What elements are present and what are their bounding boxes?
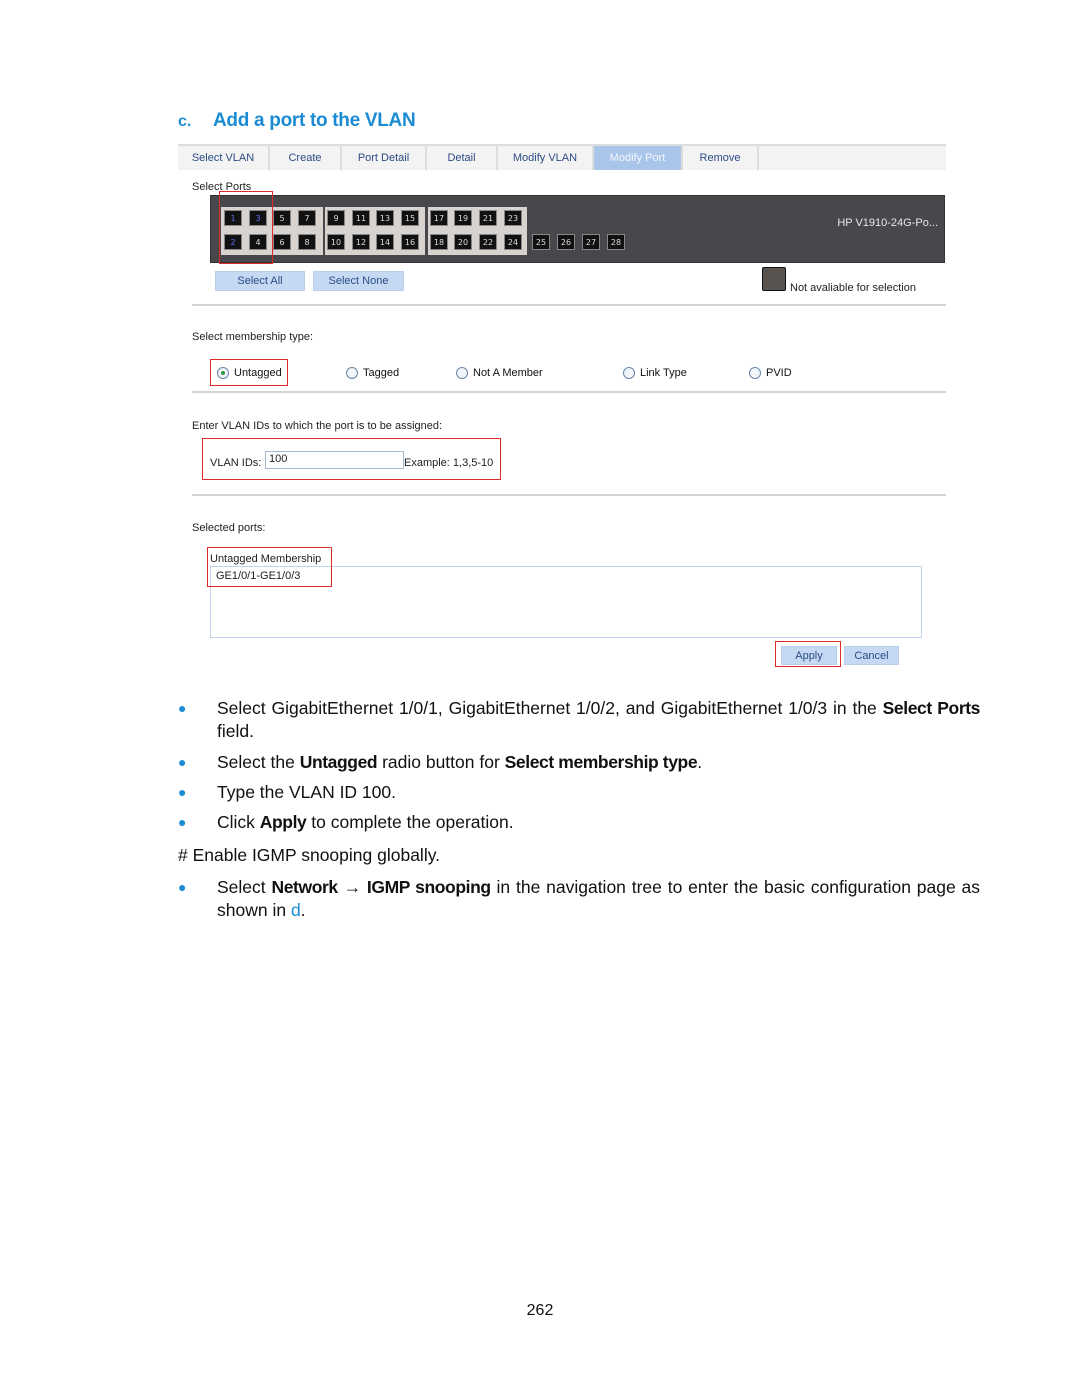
cancel-button[interactable]: Cancel [844, 646, 899, 665]
port-6[interactable]: 6 [273, 234, 291, 250]
port-24[interactable]: 24 [504, 234, 522, 250]
divider [192, 391, 946, 393]
highlight-membership [207, 547, 332, 587]
device-name: HP V1910-24G-Po... [837, 217, 938, 229]
highlight-untagged [210, 359, 288, 386]
bullet-icon: ● [178, 814, 187, 830]
membership-label: Select membership type: [192, 331, 314, 343]
highlight-vlan-ids [202, 438, 501, 480]
tab-bar: Select VLAN Create Port Detail Detail Mo… [178, 144, 946, 170]
step-label: c. [178, 113, 192, 130]
select-all-button[interactable]: Select All [215, 271, 305, 291]
unavailable-legend-text: Not avaliable for selection [790, 282, 916, 294]
port-5[interactable]: 5 [273, 210, 291, 226]
highlight-ports [219, 191, 273, 264]
radio-pvid[interactable]: PVID [749, 367, 792, 379]
radio-label: PVID [766, 367, 792, 379]
select-none-button[interactable]: Select None [313, 271, 404, 291]
bullet-icon: ● [178, 784, 187, 800]
port-21[interactable]: 21 [479, 210, 497, 226]
radio-label: Link Type [640, 367, 687, 379]
port-16[interactable]: 16 [401, 234, 419, 250]
port-12[interactable]: 12 [352, 234, 370, 250]
port-20[interactable]: 20 [454, 234, 472, 250]
port-25[interactable]: 25 [532, 234, 550, 250]
tab-port-detail[interactable]: Port Detail [342, 146, 427, 170]
port-14[interactable]: 14 [376, 234, 394, 250]
divider [192, 494, 946, 496]
radio-label: Tagged [363, 367, 400, 379]
radio-icon[interactable] [749, 367, 761, 379]
tab-modify-vlan[interactable]: Modify VLAN [498, 146, 594, 170]
unavailable-legend-swatch [762, 267, 786, 291]
tab-select-vlan[interactable]: Select VLAN [178, 146, 270, 170]
port-7[interactable]: 7 [298, 210, 316, 226]
page-number: 262 [526, 1302, 554, 1319]
port-28[interactable]: 28 [607, 234, 625, 250]
tab-remove[interactable]: Remove [683, 146, 759, 170]
switch-panel: HP V1910-24G-Po... 1 3 5 7 9 11 13 15 17 19 21 23 2 4… [210, 195, 945, 263]
port-9[interactable]: 9 [327, 210, 345, 226]
vlan-prompt: Enter VLAN IDs to which the port is to b… [192, 420, 443, 432]
radio-tagged[interactable]: Tagged [346, 367, 399, 379]
port-26[interactable]: 26 [557, 234, 575, 250]
highlight-apply [775, 641, 841, 667]
divider [192, 304, 946, 306]
selected-ports-label: Selected ports: [192, 522, 266, 534]
port-19[interactable]: 19 [454, 210, 472, 226]
port-22[interactable]: 22 [479, 234, 497, 250]
tab-create[interactable]: Create [270, 146, 342, 170]
bullet-icon: ● [178, 879, 187, 895]
step-4: Click Apply to complete the operation. [217, 812, 514, 832]
bullet-icon: ● [178, 700, 187, 716]
radio-icon[interactable] [623, 367, 635, 379]
port-8[interactable]: 8 [298, 234, 316, 250]
port-27[interactable]: 27 [582, 234, 600, 250]
step-igmp: Select Network → IGMP snooping in the na… [217, 877, 981, 920]
tab-detail[interactable]: Detail [427, 146, 498, 170]
tab-modify-port[interactable]: Modify Port [594, 146, 683, 170]
port-18[interactable]: 18 [430, 234, 448, 250]
radio-icon[interactable] [346, 367, 358, 379]
step-2: Select the Untagged radio button for Sel… [217, 752, 703, 772]
step-3: Type the VLAN ID 100. [217, 782, 396, 802]
radio-label: Not A Member [473, 367, 543, 379]
port-10[interactable]: 10 [327, 234, 345, 250]
port-15[interactable]: 15 [401, 210, 419, 226]
comment-line: # Enable IGMP snooping globally. [178, 845, 441, 865]
radio-link-type[interactable]: Link Type [623, 367, 687, 379]
step-1: Select GigabitEthernet 1/0/1, GigabitEth… [217, 698, 981, 741]
radio-not-a-member[interactable]: Not A Member [456, 367, 543, 379]
section-heading: Add a port to the VLAN [213, 110, 416, 131]
document-page: { "heading":{"label":"c.","title":"Add a… [0, 0, 1080, 1397]
port-23[interactable]: 23 [504, 210, 522, 226]
port-13[interactable]: 13 [376, 210, 394, 226]
port-17[interactable]: 17 [430, 210, 448, 226]
radio-icon[interactable] [456, 367, 468, 379]
bullet-icon: ● [178, 754, 187, 770]
figure-link[interactable]: d [291, 900, 301, 920]
port-11[interactable]: 11 [352, 210, 370, 226]
